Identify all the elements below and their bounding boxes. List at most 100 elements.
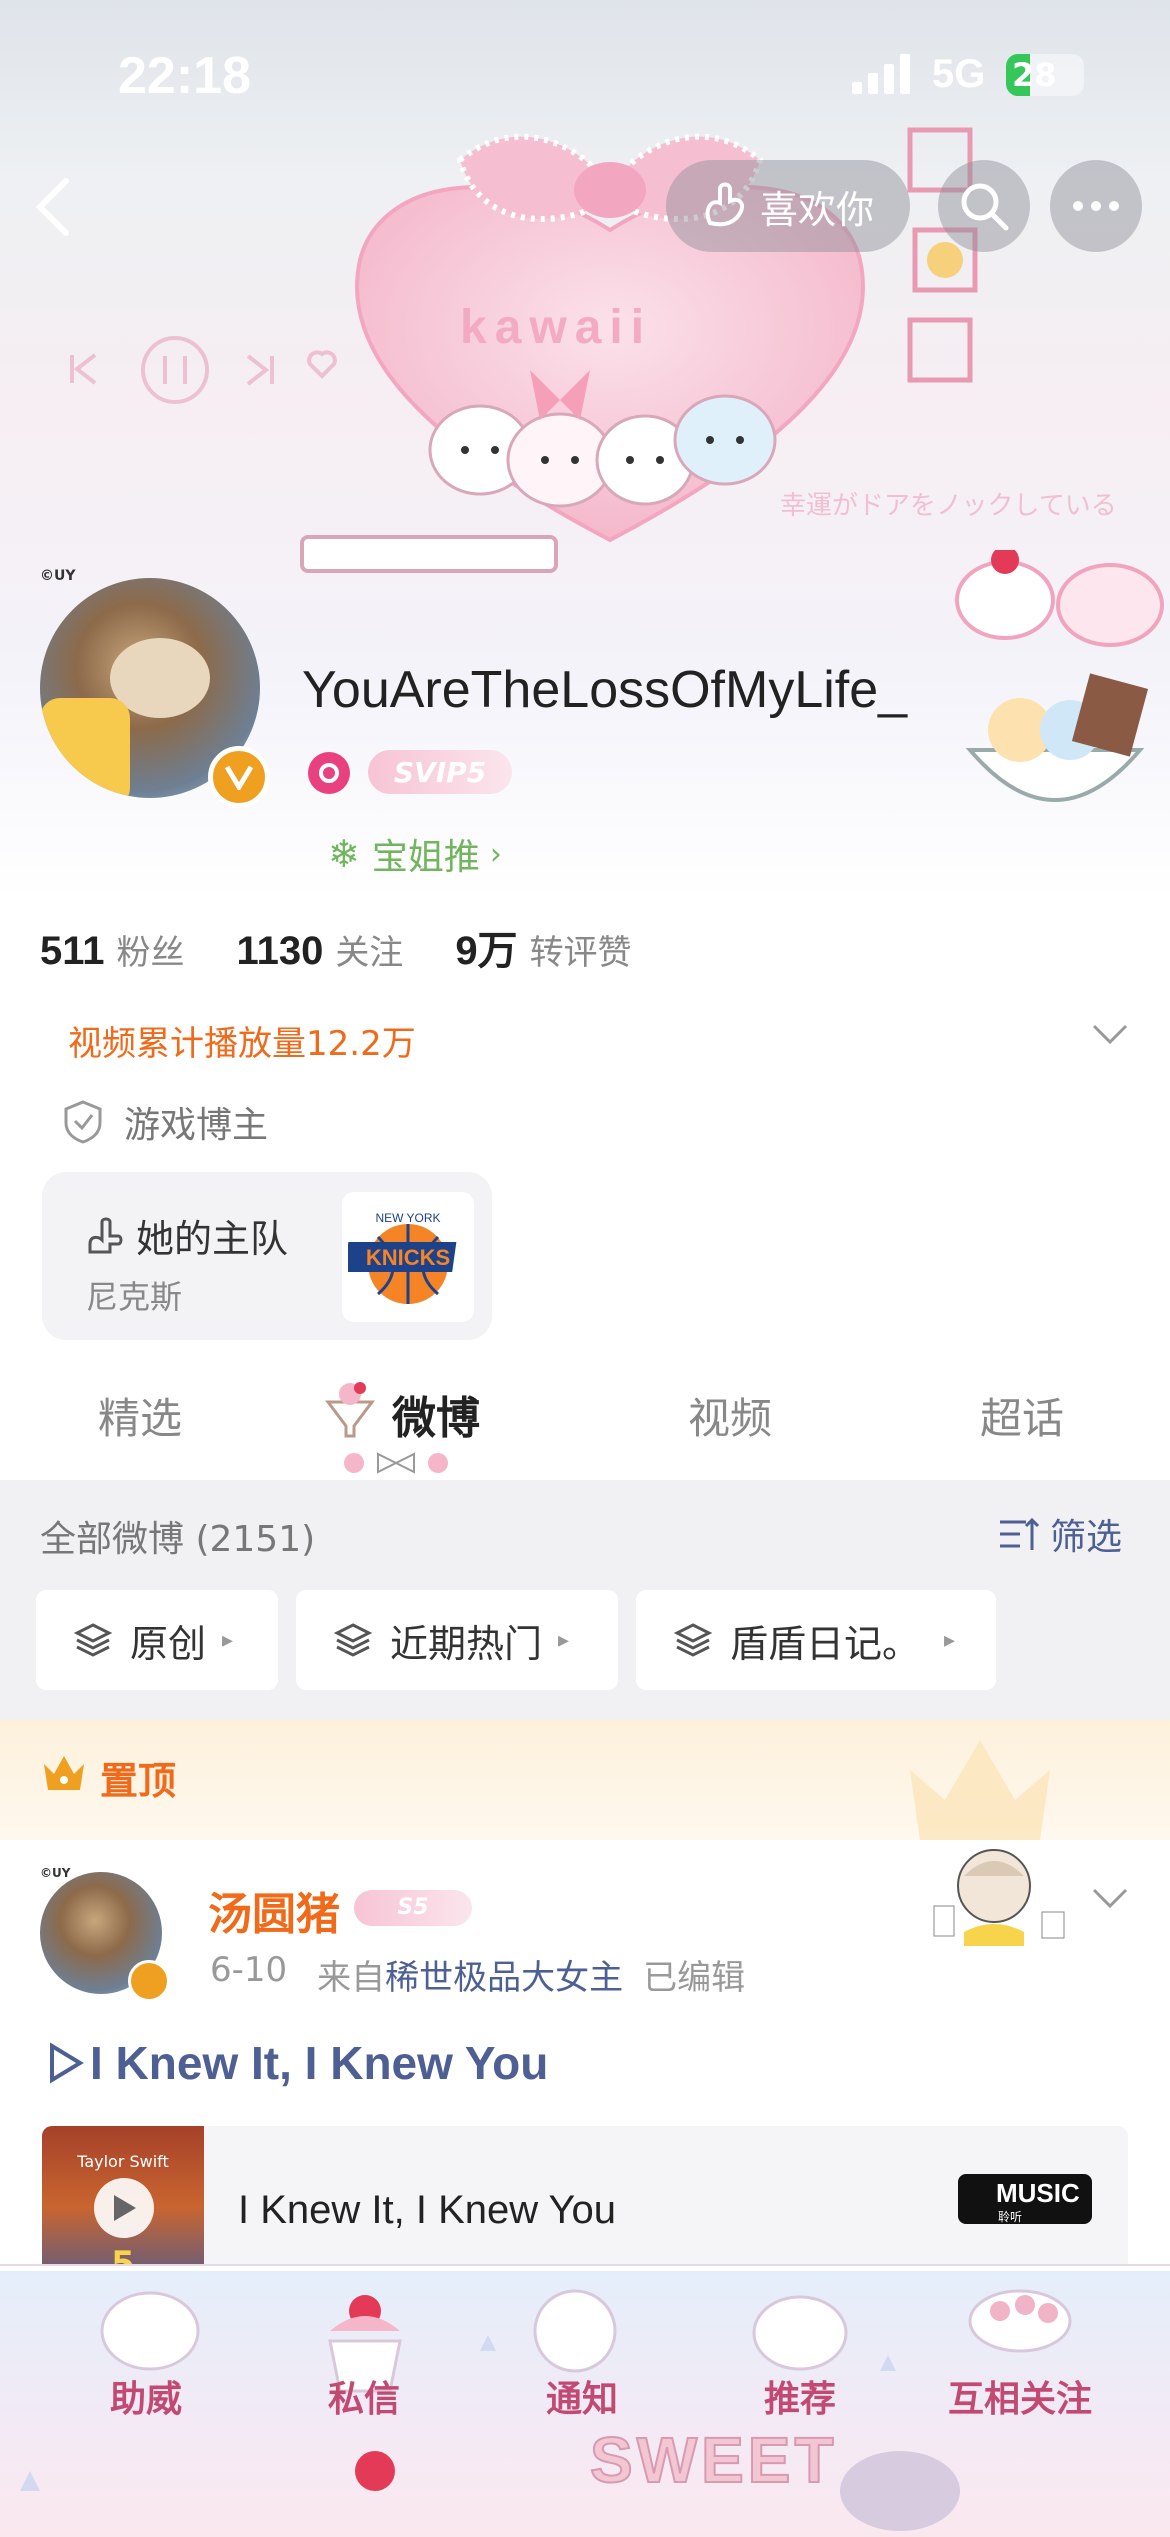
team-card[interactable]: 她的主队 尼克斯 KNICKS NEW YORK	[42, 1172, 492, 1340]
stat-label: 关注	[335, 933, 404, 973]
like-you-button[interactable]: 喜欢你	[666, 160, 910, 252]
nav-notifications[interactable]: 通知	[482, 2370, 682, 2422]
chip-recent-hot[interactable]: 近期热门 ▸	[296, 1590, 618, 1690]
snowflake-icon: ❄	[328, 832, 360, 876]
post-avatar-tag: ©UY	[40, 1866, 71, 1880]
post-edited: 已编辑	[643, 1958, 746, 1998]
chip-label: 原创	[130, 1621, 207, 1666]
logo-text: KNICKS	[366, 1245, 450, 1270]
more-dots-icon	[1073, 201, 1119, 211]
chip-original[interactable]: 原创 ▸	[36, 1590, 278, 1690]
sticker-squares-decoration	[907, 127, 978, 383]
user-tag-icon	[308, 752, 350, 794]
chip-label: 近期热门	[390, 1621, 543, 1666]
crown-watermark-icon	[910, 1740, 1050, 1840]
triangle-right-icon: ▸	[222, 1627, 234, 1653]
post-author-badge: S5	[354, 1890, 472, 1926]
post-source[interactable]: 稀世极品大女主	[385, 1950, 623, 1999]
search-button[interactable]	[938, 160, 1030, 252]
avatar-tag: ©UY	[40, 568, 76, 584]
status-time: 22:18	[118, 47, 251, 105]
stat-value: 1130	[236, 929, 324, 973]
shield-check-icon	[64, 1100, 102, 1144]
tab-video[interactable]: 视频	[688, 1385, 772, 1446]
vip-badge[interactable]: SVIP5	[368, 750, 512, 794]
post-menu-button[interactable]	[1090, 1884, 1130, 1918]
stat-label: 粉丝	[116, 933, 185, 973]
tab-featured[interactable]: 精选	[98, 1385, 182, 1446]
banner-japanese-text: 幸運がドアをノックしている	[780, 491, 1117, 521]
tab-supertopic[interactable]: 超话	[980, 1385, 1064, 1446]
pinned-header: 置顶	[0, 1720, 1170, 1840]
triangle-right-icon: ▸	[944, 1627, 956, 1653]
more-button[interactable]	[1050, 160, 1142, 252]
chevron-left-icon	[35, 178, 69, 236]
stat-followers[interactable]: 511 粉丝	[40, 925, 185, 974]
music-title: I Knew It, I Knew You	[238, 2188, 617, 2232]
nav-messages[interactable]: 私信	[264, 2370, 464, 2422]
post-music-link[interactable]: I Knew It, I Knew You	[46, 2036, 548, 2090]
parfait-icon	[322, 1380, 378, 1440]
layers-icon	[334, 1623, 372, 1657]
banner-progress-decoration	[300, 535, 558, 573]
play-outline-icon	[50, 2042, 84, 2084]
post-link-title: I Knew It, I Knew You	[90, 2037, 549, 2089]
stats-row: 511 粉丝 1130 关注 9万 转评赞	[40, 918, 632, 976]
cheer-icon	[88, 1217, 123, 1253]
basketball-icon: KNICKS NEW YORK	[348, 1211, 457, 1304]
stat-value: 9万	[455, 929, 518, 973]
crown-icon	[44, 1756, 84, 1790]
back-button[interactable]	[30, 175, 80, 243]
nav-mutual-follow[interactable]: 互相关注	[920, 2370, 1120, 2422]
chevron-right-icon: ›	[489, 836, 502, 872]
cover-artist: Taylor Swift	[77, 2152, 169, 2171]
music-service: MUSIC	[996, 2178, 1080, 2208]
layers-icon	[674, 1623, 712, 1657]
stat-following[interactable]: 1130 关注	[237, 925, 404, 974]
recommend-label: 宝姐推	[371, 837, 480, 878]
sweets-sticker-decoration	[955, 550, 1164, 802]
signal-icon	[852, 54, 914, 98]
anime-sticker-decoration	[933, 1849, 1065, 1946]
verified-tag-label: 游戏博主	[124, 1105, 269, 1146]
nav-recommend[interactable]: 推荐	[700, 2370, 900, 2422]
hand-heart-icon	[705, 182, 745, 227]
battery-level: 28	[1012, 56, 1057, 94]
filter-sort-icon	[1000, 1517, 1040, 1550]
music-service-sub: 聆听	[998, 2210, 1023, 2224]
filter-label: 筛选	[1050, 1517, 1123, 1558]
checkmark-v-icon	[224, 765, 254, 790]
team-card-title: 她的主队	[136, 1217, 289, 1261]
expand-profile-button[interactable]	[1090, 1020, 1130, 1054]
chip-diary[interactable]: 盾盾日记。 ▸	[636, 1590, 996, 1690]
verified-badge	[208, 746, 270, 808]
sweet-deco-text: SWEET	[589, 2423, 838, 2497]
post-from-prefix: 来自	[317, 1958, 386, 1998]
recommend-link[interactable]: ❄ 宝姐推 ›	[328, 828, 502, 880]
play-icon	[114, 2195, 136, 2221]
play-button[interactable]	[94, 2178, 154, 2238]
like-you-label: 喜欢你	[760, 187, 875, 232]
post-author-name[interactable]: 汤圆猪	[208, 1878, 340, 1942]
stat-likes[interactable]: 9万 转评赞	[455, 918, 631, 976]
layers-icon	[74, 1623, 112, 1657]
logo-subtext: NEW YORK	[375, 1211, 440, 1225]
verified-tag: 游戏博主	[62, 1096, 268, 1148]
stat-label: 转评赞	[529, 933, 632, 973]
search-icon	[961, 183, 1009, 231]
post-date: 6-10	[210, 1950, 288, 1990]
post-meta: 6-10 来自 稀世极品大女主 已编辑	[210, 1950, 745, 1999]
tab-weibo[interactable]: 微博	[392, 1382, 480, 1446]
knicks-logo: KNICKS NEW YORK	[342, 1192, 474, 1322]
video-plays-text: 视频累计播放量12.2万	[68, 1024, 416, 1064]
team-name: 尼克斯	[86, 1278, 183, 1316]
filter-button[interactable]: 筛选	[998, 1508, 1122, 1560]
bow-underline-icon	[344, 1452, 448, 1474]
triangle-right-icon: ▸	[558, 1627, 570, 1653]
pinned-label: 置顶	[100, 1759, 177, 1803]
banner-kawaii-text: kawaii	[460, 301, 653, 354]
all-posts-count: 全部微博 (2151)	[40, 1519, 316, 1560]
stat-value: 511	[40, 929, 105, 973]
chevron-down-icon	[1092, 1024, 1128, 1045]
nav-cheer[interactable]: 助威	[46, 2370, 246, 2422]
